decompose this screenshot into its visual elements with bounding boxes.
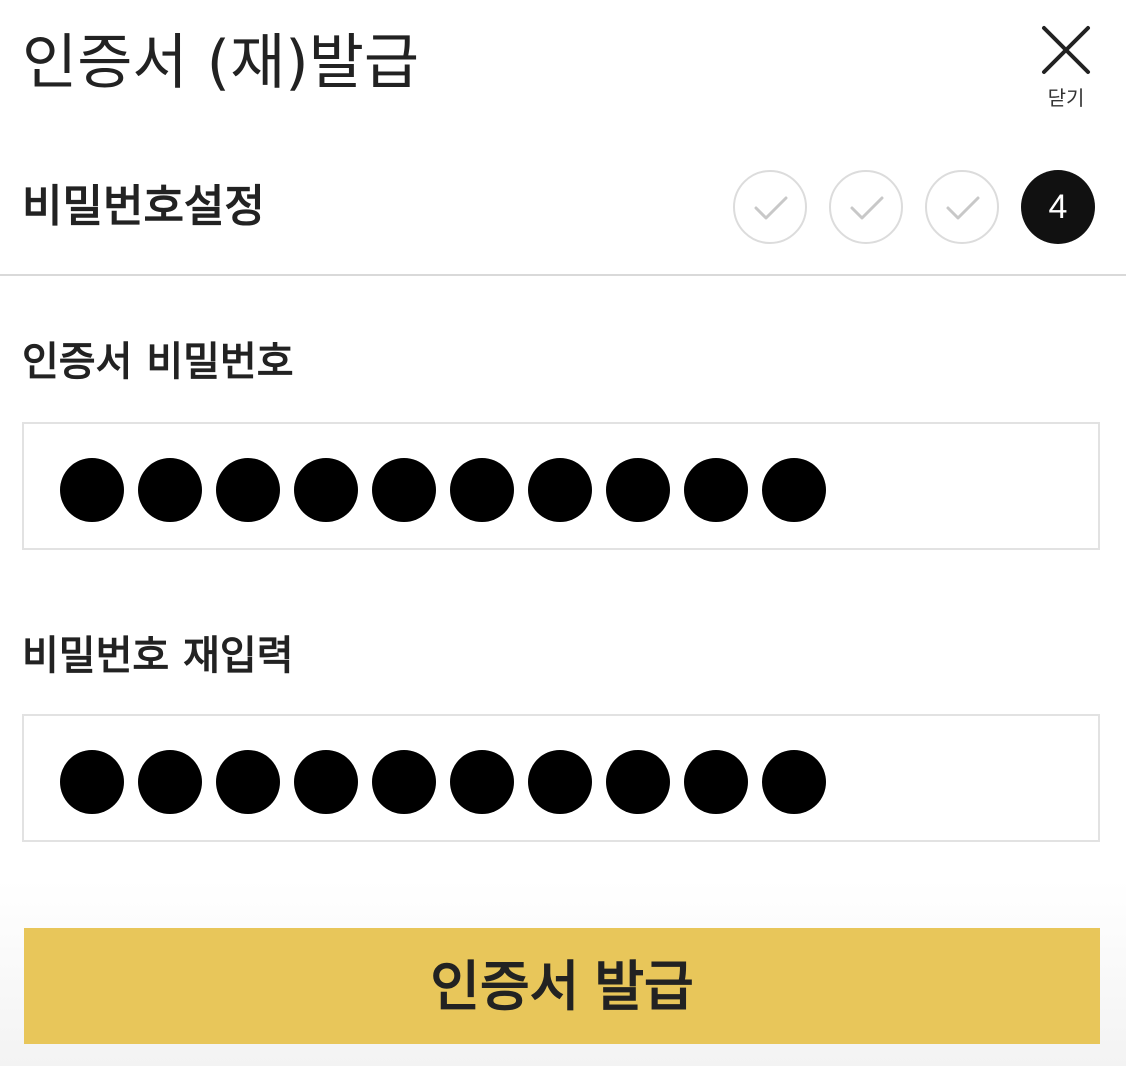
confirm-password-label: 비밀번호 재입력 bbox=[22, 633, 294, 679]
issue-certificate-button[interactable]: 인증서 발급 bbox=[24, 928, 1100, 1044]
mask-dot bbox=[372, 750, 436, 814]
mask-dot bbox=[762, 458, 826, 522]
mask-dot bbox=[684, 458, 748, 522]
step-title: 비밀번호설정 bbox=[22, 181, 265, 232]
mask-dot bbox=[528, 458, 592, 522]
mask-dot bbox=[216, 750, 280, 814]
check-icon bbox=[754, 196, 788, 220]
password-input[interactable] bbox=[22, 422, 1100, 550]
page-title: 인증서 (재)발급 bbox=[22, 28, 420, 98]
mask-dot bbox=[60, 458, 124, 522]
mask-dot bbox=[684, 750, 748, 814]
mask-dot bbox=[294, 458, 358, 522]
close-label: 닫기 bbox=[1047, 86, 1085, 110]
step-2-complete bbox=[829, 170, 903, 244]
issue-certificate-label: 인증서 발급 bbox=[430, 957, 694, 1017]
confirm-password-mask bbox=[60, 750, 826, 814]
password-label: 인증서 비밀번호 bbox=[22, 339, 294, 385]
check-icon bbox=[946, 196, 980, 220]
mask-dot bbox=[372, 458, 436, 522]
section-divider bbox=[0, 274, 1126, 276]
step-indicator: 4 bbox=[733, 170, 1099, 246]
mask-dot bbox=[138, 750, 202, 814]
confirm-password-input[interactable] bbox=[22, 714, 1100, 842]
mask-dot bbox=[528, 750, 592, 814]
mask-dot bbox=[216, 458, 280, 522]
mask-dot bbox=[450, 458, 514, 522]
check-icon bbox=[850, 196, 884, 220]
step-3-complete bbox=[925, 170, 999, 244]
mask-dot bbox=[294, 750, 358, 814]
password-mask bbox=[60, 458, 826, 522]
mask-dot bbox=[762, 750, 826, 814]
step-1-complete bbox=[733, 170, 807, 244]
certificate-reissue-screen: 인증서 (재)발급 닫기 비밀번호설정 4 인증서 비밀번호 비밀번호 재입력 … bbox=[0, 0, 1126, 1066]
mask-dot bbox=[450, 750, 514, 814]
mask-dot bbox=[60, 750, 124, 814]
step-4-current: 4 bbox=[1021, 170, 1095, 244]
mask-dot bbox=[138, 458, 202, 522]
mask-dot bbox=[606, 750, 670, 814]
close-button[interactable]: 닫기 bbox=[1030, 18, 1102, 114]
mask-dot bbox=[606, 458, 670, 522]
close-icon bbox=[1042, 26, 1090, 74]
